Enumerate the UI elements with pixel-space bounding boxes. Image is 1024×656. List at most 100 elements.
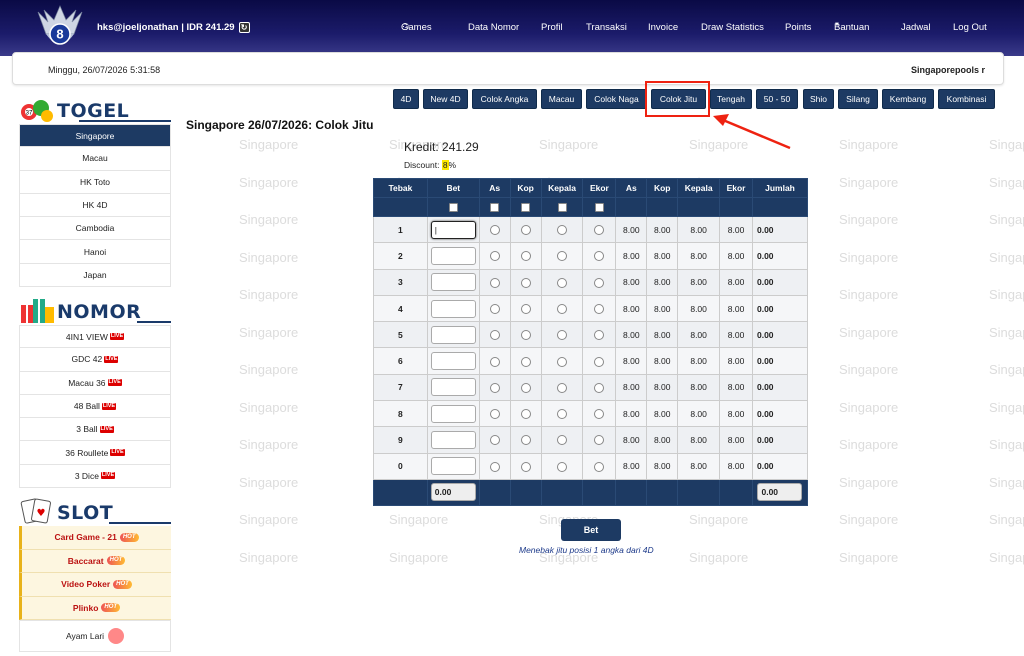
bet-button[interactable]: Bet <box>561 519 621 541</box>
bet-input[interactable] <box>430 246 476 265</box>
ekor-radio[interactable] <box>594 225 605 236</box>
menu-invoice[interactable]: Invoice <box>648 22 678 33</box>
kop-radio[interactable] <box>520 356 531 367</box>
sidebar-item-plinko[interactable]: Plinko HOT <box>19 596 171 620</box>
kop-radio[interactable] <box>520 277 531 288</box>
ekor-radio[interactable] <box>594 435 605 446</box>
as-radio[interactable] <box>489 382 500 393</box>
sidebar-item-video-poker[interactable]: Video Poker HOT <box>19 573 171 597</box>
tab-colok-naga[interactable]: Colok Naga <box>586 89 647 109</box>
bet-input[interactable] <box>430 352 476 371</box>
as-radio[interactable] <box>489 435 500 446</box>
bet-input[interactable] <box>430 325 476 344</box>
watermark-text: Singapore <box>239 362 299 377</box>
kepala-radio[interactable] <box>557 356 567 367</box>
kop-radio[interactable] <box>520 435 531 446</box>
tab-colok-angka[interactable]: Colok Angka <box>472 89 537 109</box>
kepala-radio[interactable] <box>557 461 567 472</box>
logo-icon[interactable]: 8 <box>34 2 86 54</box>
sidebar-item-cambodia[interactable]: Cambodia <box>19 217 171 241</box>
kepala-radio[interactable] <box>557 409 567 420</box>
bet-input[interactable] <box>430 431 476 450</box>
menu-points[interactable]: Points <box>785 22 811 33</box>
as-radio[interactable] <box>489 356 500 367</box>
as-radio[interactable] <box>489 409 500 420</box>
tab-tengah[interactable]: Tengah <box>710 89 752 109</box>
sidebar-item-3-ball[interactable]: 3 Ball LIVE <box>19 418 171 442</box>
menu-data-nomor[interactable]: Data Nomor <box>468 22 519 33</box>
as-radio[interactable] <box>489 225 500 236</box>
sidebar-item-hk-4d[interactable]: HK 4D <box>19 193 171 218</box>
kop-radio[interactable] <box>520 330 531 341</box>
refresh-icon[interactable]: ↻ <box>238 22 250 33</box>
kepala-radio[interactable] <box>557 382 567 393</box>
ekor-radio[interactable] <box>594 409 605 420</box>
ekor-radio[interactable] <box>594 356 605 367</box>
select-all-ekor-checkbox[interactable] <box>594 203 604 213</box>
tab-silang[interactable]: Silang <box>838 89 878 109</box>
sidebar-item-ayam-lari[interactable]: Ayam Lari <box>19 620 171 652</box>
kepala-radio[interactable] <box>557 225 567 236</box>
kepala-radio[interactable] <box>557 251 567 262</box>
select-all-kop-checkbox[interactable] <box>521 203 531 213</box>
bet-input[interactable] <box>430 273 476 292</box>
kop-radio[interactable] <box>520 409 531 420</box>
sidebar-item-macau-36[interactable]: Macau 36 LIVE <box>19 371 171 395</box>
sidebar-item-36-roullete[interactable]: 36 Roullete LIVE <box>19 441 171 465</box>
kop-radio[interactable] <box>520 251 531 262</box>
sidebar-item-macau[interactable]: Macau <box>19 147 171 171</box>
kop-radio[interactable] <box>520 225 531 236</box>
menu-draw-statistics[interactable]: Draw Statistics <box>701 22 764 33</box>
menu-jadwal[interactable]: Jadwal <box>901 22 931 33</box>
kepala-radio[interactable] <box>557 435 567 446</box>
bet-input[interactable] <box>430 299 476 318</box>
empty-cell <box>582 478 617 506</box>
menu-logout[interactable]: Log Out <box>953 22 987 33</box>
bet-input[interactable] <box>430 404 476 423</box>
sidebar-item-3-dice[interactable]: 3 Dice LIVE <box>19 464 171 489</box>
bet-input[interactable] <box>430 378 476 397</box>
sidebar-item-singapore[interactable]: Singapore <box>19 124 171 148</box>
kepala-radio[interactable] <box>557 277 567 288</box>
menu-profil[interactable]: Profil <box>541 22 563 33</box>
as-radio[interactable] <box>489 251 500 262</box>
kepala-radio[interactable] <box>557 303 567 314</box>
sidebar-item-japan[interactable]: Japan <box>19 263 171 288</box>
ekor-radio[interactable] <box>594 461 605 472</box>
kop-radio[interactable] <box>520 461 531 472</box>
sidebar-item-gdc-42[interactable]: GDC 42 LIVE <box>19 348 171 372</box>
tab-4d[interactable]: 4D <box>393 89 419 109</box>
ekor-radio[interactable] <box>594 330 605 341</box>
as-radio[interactable] <box>489 277 500 288</box>
ekor-radio[interactable] <box>594 277 605 288</box>
kop-radio[interactable] <box>520 303 531 314</box>
sidebar-item-hk-toto[interactable]: HK Toto <box>19 170 171 194</box>
table-row: 4 8.00 8.00 8.00 8.00 0.00 <box>373 294 809 323</box>
tab-macau[interactable]: Macau <box>541 89 582 109</box>
tab-new-4d[interactable]: New 4D <box>423 89 468 109</box>
ekor-radio[interactable] <box>594 251 605 262</box>
select-all-checkbox[interactable] <box>448 203 458 213</box>
odds-cell: 8.00 <box>646 373 679 402</box>
sidebar-item-baccarat[interactable]: Baccarat HOT <box>19 549 171 573</box>
select-all-kepala-checkbox[interactable] <box>557 203 567 213</box>
bet-input[interactable] <box>430 457 476 476</box>
tab-kembang[interactable]: Kembang <box>882 89 934 109</box>
ekor-radio[interactable] <box>594 303 605 314</box>
kop-radio[interactable] <box>520 382 531 393</box>
as-radio[interactable] <box>489 303 500 314</box>
ekor-radio[interactable] <box>594 382 605 393</box>
select-all-as-checkbox[interactable] <box>490 203 500 213</box>
sidebar-item-hanoi[interactable]: Hanoi <box>19 240 171 264</box>
sidebar-item-card-game-21[interactable]: Card Game - 21 HOT <box>19 526 171 550</box>
sidebar-item-48-ball[interactable]: 48 Ball LIVE <box>19 394 171 419</box>
as-radio[interactable] <box>489 461 500 472</box>
tab-50-50[interactable]: 50 - 50 <box>756 89 798 109</box>
sidebar-item-4in1-view[interactable]: 4IN1 VIEW LIVE <box>19 325 171 349</box>
kepala-radio[interactable] <box>557 330 567 341</box>
menu-transaksi[interactable]: Transaksi <box>586 22 627 33</box>
tab-shio[interactable]: Shio <box>803 89 834 109</box>
bet-input[interactable]: | <box>430 220 476 239</box>
as-radio[interactable] <box>489 330 500 341</box>
tab-kombinasi[interactable]: Kombinasi <box>938 89 995 109</box>
